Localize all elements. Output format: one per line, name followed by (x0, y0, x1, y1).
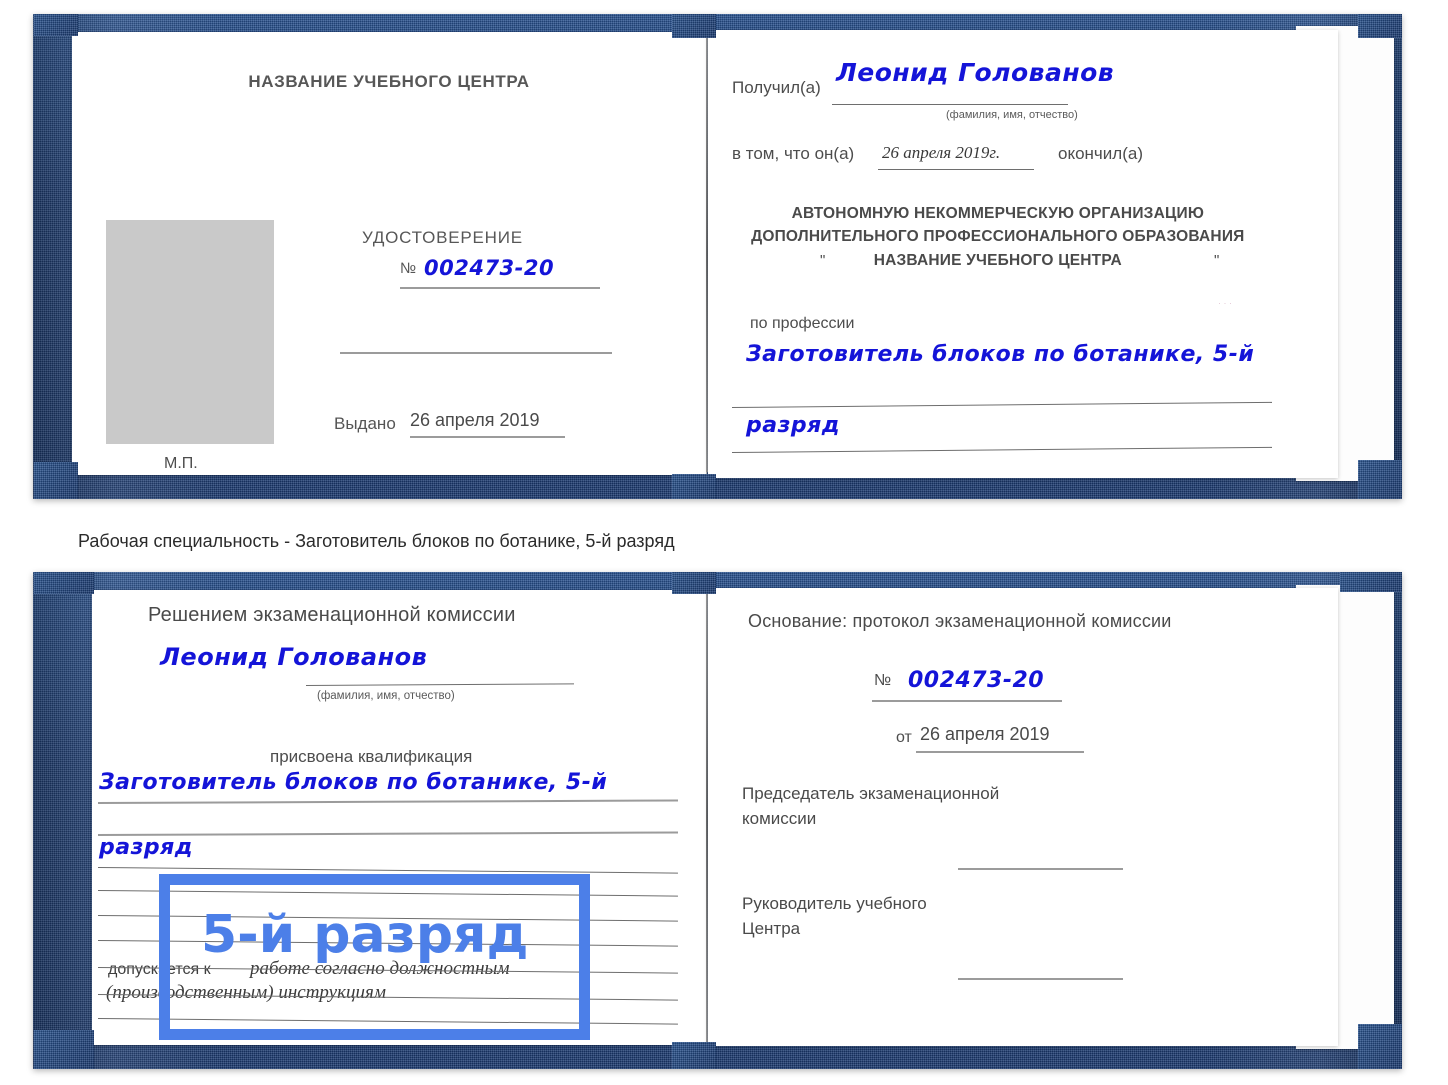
org-quote-close: " (1214, 252, 1220, 269)
profession-rule-2 (731, 446, 1272, 453)
corner-fold-center-bottom (672, 474, 716, 499)
qual-rule-1 (97, 799, 678, 804)
qual-rule-3 (97, 867, 678, 874)
bottom-number-value: 002473-20 (908, 668, 1045, 693)
rank-highlight-label: 5-й разряд (201, 905, 529, 965)
chairman-line-1: Председатель экзаменационной (742, 784, 1000, 803)
corner-fold-bottom-center-top (672, 572, 716, 594)
profession-value-line-2: разряд (746, 413, 841, 438)
head-line-1: Руководитель учебного (742, 894, 927, 913)
received-label: Получил(а) (732, 78, 821, 97)
fact-suffix: окончил(а) (1058, 144, 1143, 163)
bottom-booklet-gutter (706, 592, 708, 1042)
corner-fold-br (1358, 460, 1402, 499)
corner-fold-bottom-br (1358, 1024, 1402, 1069)
corner-fold-bottom-center-bottom (672, 1042, 716, 1069)
org-line-3: НАЗВАНИЕ УЧЕБНОГО ЦЕНТРА (873, 252, 1122, 269)
seal-label: М.П. (164, 455, 198, 472)
top-booklet-gutter (706, 36, 708, 472)
fact-date-underline (878, 169, 1034, 170)
fact-label: в том, что он(а) (732, 144, 855, 163)
fio-hint-bottom: (фамилия, имя, отчество) (317, 690, 455, 702)
issued-underline (410, 436, 565, 438)
screenshot-root: НАЗВАНИЕ УЧЕБНОГО ЦЕНТРА УДОСТОВЕРЕНИЕ №… (0, 0, 1448, 1085)
issued-label: Выдано (334, 414, 396, 433)
issued-value: 26 апреля 2019 (410, 410, 540, 430)
bottom-date-value: 26 апреля 2019 (920, 724, 1050, 744)
qualification-value-line-1: Заготовитель блоков по ботанике, 5-й (99, 770, 608, 795)
head-signature-line (958, 978, 1123, 980)
corner-fold-bottom-tl (34, 572, 94, 594)
top-left-doc-title: УДОСТОВЕРЕНИЕ (362, 228, 523, 247)
chairman-line-2: комиссии (742, 809, 817, 828)
number-underline (400, 287, 600, 289)
received-underline (832, 104, 1068, 105)
top-left-center-name: НАЗВАНИЕ УЧЕБНОГО ЦЕНТРА (248, 72, 530, 91)
bottom-holder-underline (305, 683, 574, 686)
number-prefix: № (400, 260, 417, 277)
fio-hint-top: (фамилия, имя, отчество) (946, 109, 1078, 121)
certificate-number-value: 002473-20 (424, 256, 555, 280)
qualification-label: присвоена квалификация (270, 747, 473, 766)
org-line-2: ДОПОЛНИТЕЛЬНОГО ПРОФЕССИОНАЛЬНОГО ОБРАЗО… (751, 228, 1245, 245)
chairman-signature-line (958, 868, 1123, 870)
bottom-date-underline (916, 751, 1084, 753)
corner-fold-bottom-tr (1340, 572, 1402, 592)
qualification-value-line-2: разряд (99, 835, 194, 860)
head-line-2: Центра (742, 919, 801, 938)
page-caption: Рабочая специальность - Заготовитель бло… (78, 531, 675, 551)
org-quote-open: " (820, 252, 826, 269)
basis-label: Основание: протокол экзаменационной коми… (748, 611, 1172, 631)
profession-rule-1 (731, 401, 1272, 408)
decision-title: Решением экзаменационной комиссии (148, 604, 516, 626)
corner-fold-center-top (672, 14, 716, 38)
corner-fold-bl (34, 462, 78, 499)
bottom-holder-name: Леонид Голованов (160, 643, 428, 671)
bottom-date-prefix: от (896, 729, 912, 746)
bottom-right-page: Основание: протокол экзаменационной коми… (708, 588, 1338, 1046)
profession-value-line-1: Заготовитель блоков по ботанике, 5-й (746, 342, 1255, 367)
org-line-1: АВТОНОМНУЮ НЕКОММЕРЧЕСКУЮ ОРГАНИЗАЦИЮ (791, 205, 1205, 222)
profession-label: по профессии (750, 315, 855, 332)
corner-fold-tl (34, 14, 78, 36)
received-value: Леонид Голованов (836, 58, 1115, 87)
faded-stamp-mark: · · · (1218, 298, 1232, 308)
fact-date: 26 апреля 2019г. (882, 143, 1001, 162)
bottom-number-underline (872, 700, 1062, 702)
corner-fold-tr (1358, 14, 1402, 38)
bottom-number-prefix: № (874, 672, 892, 689)
top-right-page: Получил(а) Леонид Голованов (фамилия, им… (708, 30, 1338, 478)
top-left-page: НАЗВАНИЕ УЧЕБНОГО ЦЕНТРА УДОСТОВЕРЕНИЕ №… (72, 32, 707, 475)
photo-placeholder (106, 220, 274, 444)
corner-fold-bottom-bl (34, 1030, 94, 1069)
blank-line-1 (340, 352, 612, 354)
